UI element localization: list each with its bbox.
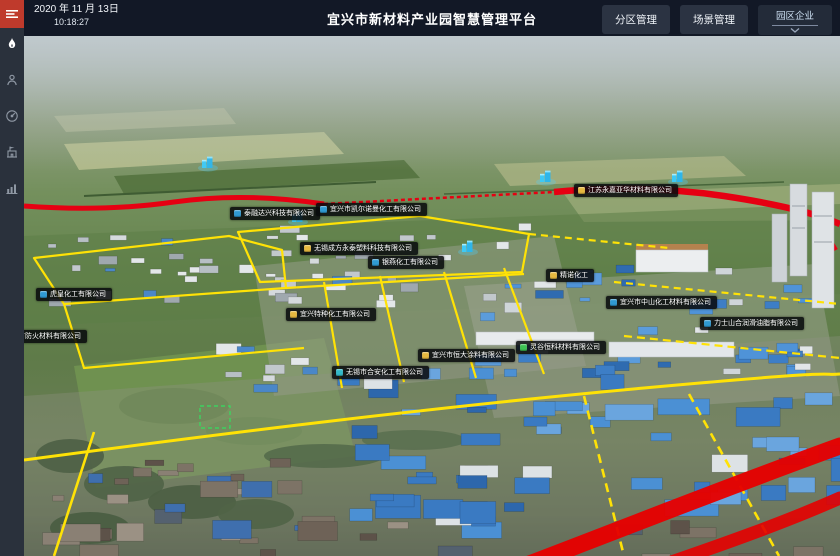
company-label[interactable]: 无锡成方永泰塑料科技有限公司: [300, 242, 418, 255]
company-label[interactable]: 精诺化工: [546, 269, 594, 282]
main-area: 2020 年 11 月 13日 10:18:27 宜兴市新材料产业园智慧管理平台…: [24, 0, 840, 556]
bank-icon: [5, 145, 19, 159]
map-3d-scene: [24, 36, 840, 556]
company-label-text: 泰融达兴科技有限公司: [244, 210, 314, 217]
company-label-text: 江苏永嘉亚华材料有限公司: [588, 187, 672, 194]
company-label[interactable]: 灵谷恒科材料有限公司: [516, 341, 606, 354]
company-label-text: 精诺化工: [560, 272, 588, 279]
company-label[interactable]: 银燕化工有限公司: [368, 256, 444, 269]
company-marker-icon: [304, 245, 311, 252]
sidebar-item-enterprise[interactable]: [0, 136, 24, 168]
company-label-text: 无锡市合安化工有限公司: [346, 369, 423, 376]
company-label-text: 宜兴市中山化工材料有限公司: [620, 299, 711, 306]
company-marker-icon: [704, 320, 711, 327]
left-sidebar: [0, 0, 24, 556]
company-label-text: 银燕化工有限公司: [382, 259, 438, 266]
company-label-text: 虎皇化工有限公司: [50, 291, 106, 298]
map-canvas[interactable]: 虎皇化工有限公司宜兴市防火材料有限公司 泰融达兴科技有限公司 宜兴市凯尔诺曼化工有限…: [24, 36, 840, 556]
hamburger-menu-icon: [5, 7, 19, 21]
flame-icon: [5, 37, 19, 51]
company-marker-icon: [578, 187, 585, 194]
company-label[interactable]: 宜兴市中山化工材料有限公司: [606, 296, 717, 309]
company-marker-icon: [336, 369, 343, 376]
gauge-icon: [5, 109, 19, 123]
header-time: 10:18:27: [54, 16, 119, 28]
horizon-haze: [24, 36, 840, 171]
company-label-text: 灵谷恒科材料有限公司: [530, 344, 600, 351]
company-marker-icon: [550, 272, 557, 279]
factory-chart-icon: [5, 181, 19, 195]
header-actions: 分区管理 场景管理 园区企业: [602, 5, 832, 35]
company-label[interactable]: 宜兴市凯尔诺曼化工有限公司: [316, 203, 427, 216]
company-marker-icon: [520, 344, 527, 351]
sidebar-item-fire[interactable]: [0, 28, 24, 60]
company-label-text: 宜兴特种化工有限公司: [300, 311, 370, 318]
company-label[interactable]: 无锡市合安化工有限公司: [332, 366, 429, 379]
scene-management-button[interactable]: 场景管理: [680, 5, 748, 34]
company-label[interactable]: 宜兴特种化工有限公司: [286, 308, 376, 321]
datetime-block: 2020 年 11 月 13日 10:18:27: [34, 4, 119, 28]
company-marker-icon: [372, 259, 379, 266]
company-label[interactable]: 宜兴市恒大涂料有限公司: [418, 349, 515, 362]
company-label[interactable]: 江苏永嘉亚华材料有限公司: [574, 184, 678, 197]
company-label-text: 宜兴市恒大涂料有限公司: [432, 352, 509, 359]
zone-management-button[interactable]: 分区管理: [602, 5, 670, 34]
header-date: 2020 年 11 月 13日: [34, 4, 119, 16]
company-marker-icon: [320, 206, 327, 213]
company-marker-icon: [422, 352, 429, 359]
company-marker-icon: [234, 210, 241, 217]
company-marker-icon: [40, 291, 47, 298]
app-logo[interactable]: [0, 0, 24, 28]
company-label[interactable]: 宜兴市防火材料有限公司: [24, 330, 87, 343]
company-label-text: 力士山合润滑油脂有限公司: [714, 320, 798, 327]
company-marker-icon: [290, 311, 297, 318]
company-label-text: 无锡成方永泰塑料科技有限公司: [314, 245, 412, 252]
company-label[interactable]: 虎皇化工有限公司: [36, 288, 112, 301]
park-enterprise-dropdown[interactable]: 园区企业: [758, 5, 832, 35]
chevron-down-icon: [790, 28, 800, 33]
sidebar-item-statistics[interactable]: [0, 172, 24, 204]
top-header: 2020 年 11 月 13日 10:18:27 宜兴市新材料产业园智慧管理平台…: [24, 0, 840, 36]
company-marker-icon: [610, 299, 617, 306]
park-enterprise-dropdown-label: 园区企业: [772, 8, 818, 26]
company-label-text: 宜兴市防火材料有限公司: [24, 333, 81, 340]
person-icon: [5, 73, 19, 87]
company-label[interactable]: 力士山合润滑油脂有限公司: [700, 317, 804, 330]
company-label-text: 宜兴市凯尔诺曼化工有限公司: [330, 206, 421, 213]
sidebar-item-personnel[interactable]: [0, 64, 24, 96]
company-label[interactable]: 泰融达兴科技有限公司: [230, 207, 320, 220]
sidebar-item-monitor[interactable]: [0, 100, 24, 132]
